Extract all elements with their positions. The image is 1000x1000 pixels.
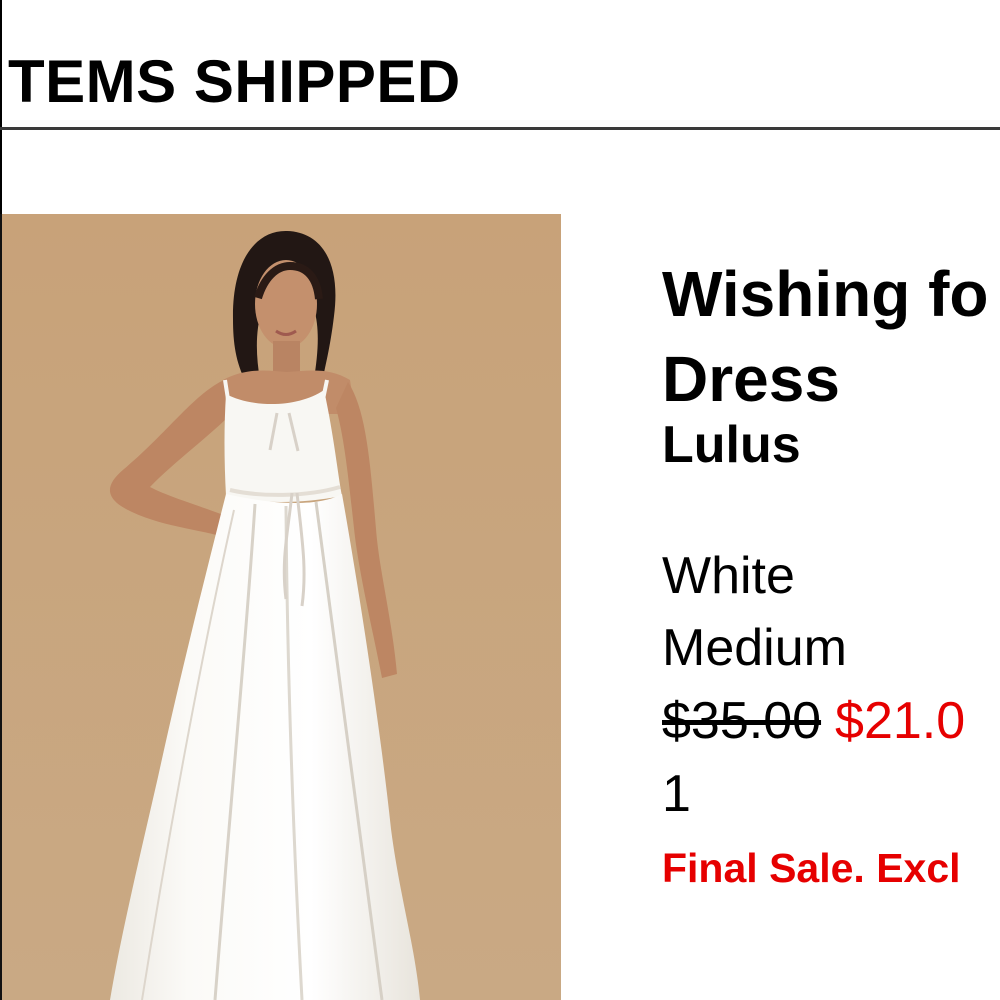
product-image[interactable] — [0, 214, 561, 1000]
product-name[interactable]: Wishing fo Dress — [662, 252, 1000, 422]
product-details: Wishing fo Dress Lulus White Medium $35.… — [662, 252, 1000, 896]
left-border — [0, 0, 2, 214]
items-shipped-heading: TEMS SHIPPED — [8, 48, 461, 115]
order-page: TEMS SHIPPED Wishing fo Dress Lulus Whit… — [0, 0, 1000, 1000]
original-price: $35.00 — [662, 692, 822, 750]
product-size: Medium — [662, 619, 847, 677]
product-name-line-2: Dress — [662, 343, 840, 415]
final-sale-notice: Final Sale. Excl — [662, 845, 961, 891]
product-color: White — [662, 547, 795, 605]
sale-price: $21.0 — [835, 692, 966, 750]
product-price: $35.00 $21.0 — [662, 684, 1000, 758]
product-brand: Lulus — [662, 416, 801, 474]
product-name-line-1: Wishing fo — [662, 258, 989, 330]
dress-photo — [0, 214, 561, 1000]
product-quantity: 1 — [662, 765, 691, 823]
section-divider — [0, 127, 1000, 130]
